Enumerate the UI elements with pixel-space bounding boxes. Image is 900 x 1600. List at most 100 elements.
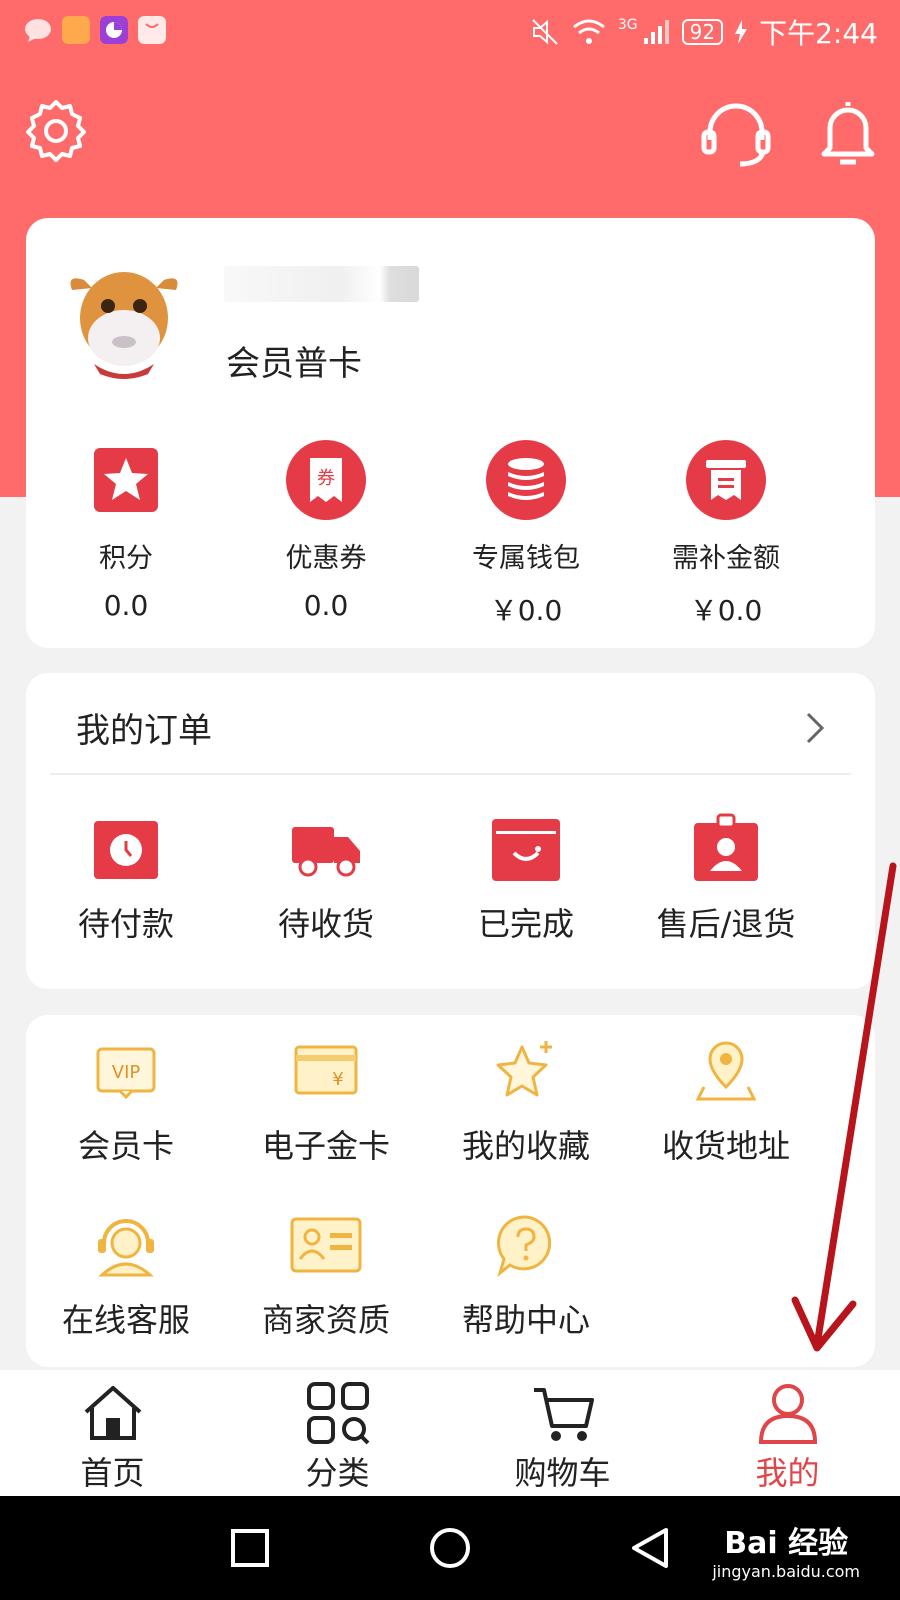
asset-value: 0.0 bbox=[303, 589, 349, 622]
system-navigation-bar: Bai 经验 jingyan.baidu.com bbox=[0, 1496, 900, 1600]
orders-title[interactable]: 我的订单 bbox=[76, 703, 212, 752]
orders-card: 我的订单 待付款 待收货 已完成 售后/退货 bbox=[26, 673, 875, 989]
star-icon bbox=[94, 448, 158, 512]
network-type: 3G bbox=[617, 17, 638, 33]
service-label: 收货地址 bbox=[661, 1127, 790, 1165]
asset-label: 专属钱包 bbox=[472, 543, 580, 574]
service-label: 我的收藏 bbox=[461, 1127, 590, 1165]
store-notification-icon bbox=[138, 16, 166, 44]
services-row-1: VIP 会员卡 ¥ 电子金卡 我的收藏 收货地址 bbox=[26, 1035, 875, 1167]
services-card: VIP 会员卡 ¥ 电子金卡 我的收藏 收货地址 在线客服 商家资质 帮助中心 bbox=[26, 1015, 875, 1367]
watermark-brand: Bai 经验 bbox=[724, 1526, 849, 1561]
svg-text:券: 券 bbox=[317, 468, 335, 489]
divider bbox=[50, 773, 851, 775]
status-bar: 3G 92 下午2:44 bbox=[0, 0, 900, 60]
assets-row: 积分 0.0 券 优惠券 0.0 专属钱包 ￥0.0 需补金额 ￥0.0 bbox=[26, 438, 875, 629]
service-merchant-qualification[interactable]: 商家资质 bbox=[226, 1209, 426, 1341]
gold-card-icon: ¥ bbox=[294, 1045, 358, 1095]
order-label: 待收货 bbox=[277, 905, 374, 943]
asset-value: ￥0.0 bbox=[689, 594, 763, 627]
customer-service-icon bbox=[98, 1219, 154, 1277]
asset-label: 优惠券 bbox=[285, 543, 367, 574]
service-label: 商家资质 bbox=[261, 1301, 390, 1339]
avatar[interactable] bbox=[64, 260, 184, 380]
nav-cart[interactable]: 购物车 bbox=[450, 1370, 675, 1496]
customer-service-headset-icon[interactable] bbox=[700, 98, 772, 170]
asset-value: ￥0.0 bbox=[489, 594, 563, 627]
asset-payable[interactable]: 需补金额 ￥0.0 bbox=[626, 438, 826, 629]
asset-coupons[interactable]: 券 优惠券 0.0 bbox=[226, 438, 426, 629]
chat-notification-icon bbox=[25, 19, 51, 42]
profile-card: 会员普卡 积分 0.0 券 优惠券 0.0 专属钱包 ￥0.0 需补金额 ￥0.… bbox=[26, 218, 875, 648]
location-pin-icon bbox=[695, 1041, 757, 1101]
asset-label: 积分 bbox=[99, 543, 153, 574]
service-favorites[interactable]: 我的收藏 bbox=[426, 1035, 626, 1167]
category-icon bbox=[306, 1382, 369, 1445]
nav-label: 购物车 bbox=[514, 1454, 611, 1492]
asset-wallet[interactable]: 专属钱包 ￥0.0 bbox=[426, 438, 626, 629]
service-gold-card[interactable]: ¥ 电子金卡 bbox=[226, 1035, 426, 1167]
asset-label: 需补金额 bbox=[672, 543, 780, 574]
nav-label: 分类 bbox=[305, 1454, 370, 1492]
service-label: 帮助中心 bbox=[461, 1301, 590, 1339]
service-label: 电子金卡 bbox=[261, 1127, 390, 1165]
service-address[interactable]: 收货地址 bbox=[626, 1035, 826, 1167]
svg-text:VIP: VIP bbox=[112, 1062, 141, 1083]
services-row-2: 在线客服 商家资质 帮助中心 bbox=[26, 1209, 875, 1341]
mute-icon bbox=[532, 19, 558, 45]
chevron-right-icon[interactable] bbox=[805, 711, 825, 745]
nav-home[interactable]: 首页 bbox=[0, 1370, 225, 1496]
nav-me[interactable]: 我的 bbox=[675, 1370, 900, 1496]
clock-time: 下午2:44 bbox=[759, 17, 878, 50]
order-completed[interactable]: 已完成 bbox=[426, 813, 626, 945]
nav-label: 首页 bbox=[80, 1454, 145, 1492]
settings-gear-icon[interactable] bbox=[24, 98, 88, 162]
blurred-username bbox=[224, 266, 419, 302]
wallet-smile-icon bbox=[492, 819, 560, 881]
asset-value: 0.0 bbox=[103, 589, 149, 622]
help-icon bbox=[496, 1215, 552, 1278]
member-level: 会员普卡 bbox=[226, 344, 362, 384]
order-label: 售后/退货 bbox=[656, 905, 796, 943]
battery-level: 92 bbox=[681, 19, 724, 45]
notification-bell-icon[interactable] bbox=[818, 98, 878, 166]
svg-text:¥: ¥ bbox=[332, 1069, 343, 1090]
app-notification-icon bbox=[62, 16, 90, 44]
baidu-jingyan-watermark: Bai 经验 jingyan.baidu.com bbox=[712, 1518, 860, 1581]
charging-icon bbox=[735, 20, 748, 44]
service-vip-card[interactable]: VIP 会员卡 bbox=[26, 1035, 226, 1167]
home-circle-icon[interactable] bbox=[428, 1526, 472, 1570]
coupon-icon: 券 bbox=[286, 440, 366, 520]
wifi-icon bbox=[572, 19, 605, 44]
bottom-navigation: 首页 分类 购物车 我的 bbox=[0, 1370, 900, 1496]
nav-label: 我的 bbox=[755, 1454, 820, 1492]
signal-icon bbox=[643, 20, 669, 44]
badge-person-icon bbox=[694, 813, 758, 881]
service-label: 在线客服 bbox=[61, 1301, 190, 1339]
star-outline-icon bbox=[496, 1041, 552, 1097]
order-label: 已完成 bbox=[477, 905, 574, 943]
pie-notification-icon bbox=[100, 16, 128, 44]
service-label: 会员卡 bbox=[77, 1127, 174, 1165]
order-after-sale[interactable]: 售后/退货 bbox=[626, 813, 826, 945]
clock-icon bbox=[94, 821, 158, 879]
receipt-icon bbox=[686, 440, 766, 520]
asset-points[interactable]: 积分 0.0 bbox=[26, 438, 226, 629]
order-pending-payment[interactable]: 待付款 bbox=[26, 813, 226, 945]
recent-apps-icon[interactable] bbox=[230, 1528, 270, 1568]
watermark-url: jingyan.baidu.com bbox=[712, 1562, 860, 1581]
service-online-support[interactable]: 在线客服 bbox=[26, 1209, 226, 1341]
order-pending-receipt[interactable]: 待收货 bbox=[226, 813, 426, 945]
cart-icon bbox=[533, 1388, 594, 1441]
id-card-icon bbox=[290, 1217, 362, 1273]
person-icon bbox=[758, 1384, 817, 1444]
back-triangle-icon[interactable] bbox=[630, 1526, 670, 1570]
order-label: 待付款 bbox=[77, 905, 174, 943]
coins-icon bbox=[486, 440, 566, 520]
service-help-center[interactable]: 帮助中心 bbox=[426, 1209, 626, 1341]
nav-category[interactable]: 分类 bbox=[225, 1370, 450, 1496]
truck-icon bbox=[292, 827, 360, 877]
vip-card-icon: VIP bbox=[96, 1047, 156, 1100]
home-icon bbox=[84, 1386, 141, 1440]
order-status-row: 待付款 待收货 已完成 售后/退货 bbox=[26, 813, 875, 945]
